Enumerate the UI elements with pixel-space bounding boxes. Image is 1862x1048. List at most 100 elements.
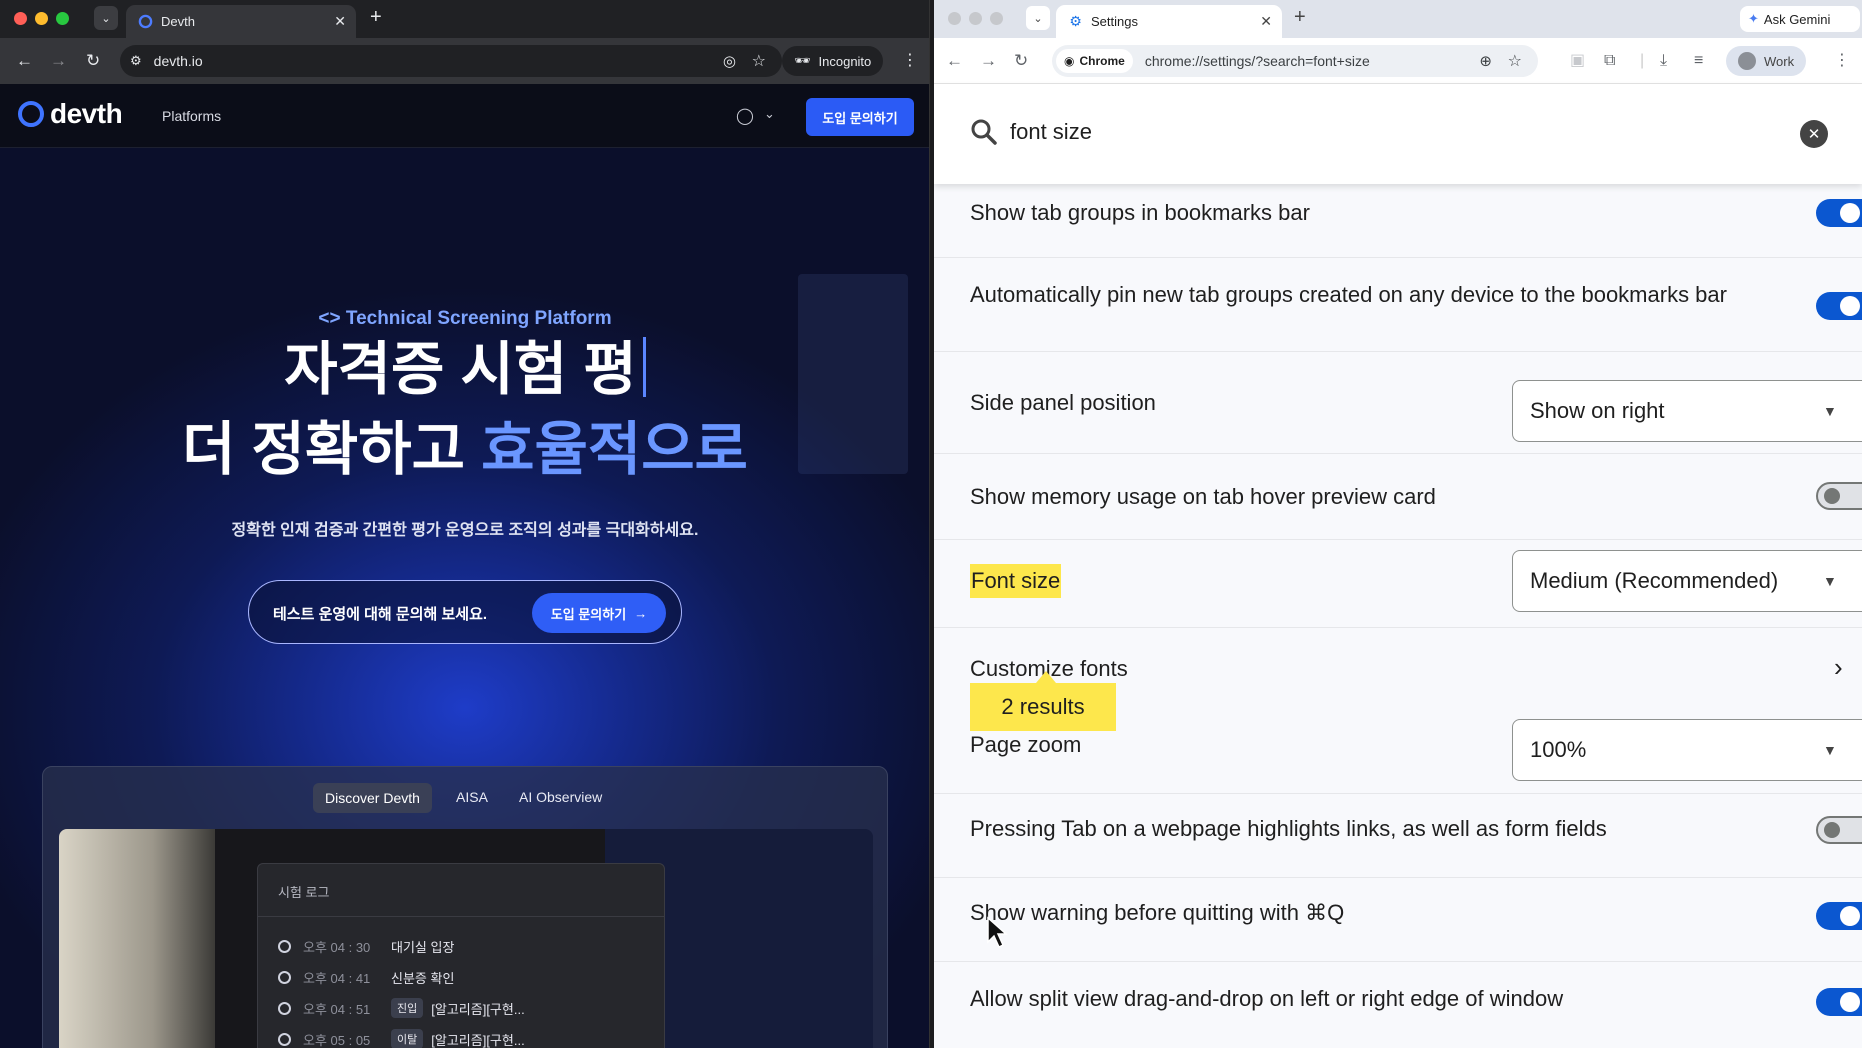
zoom-magnifier-icon[interactable]: ⊕ (1479, 52, 1492, 70)
close-tab-icon[interactable]: ✕ (1260, 13, 1272, 30)
ask-gemini-button[interactable]: ✦ Ask Gemini (1740, 6, 1860, 32)
bookmark-star-icon[interactable]: ☆ (1508, 51, 1522, 71)
minimize-window-button[interactable] (35, 12, 48, 25)
setting-row-side-panel: Side panel position Show on right ▼ (934, 352, 1862, 454)
new-tab-icon[interactable]: + (1294, 7, 1306, 27)
tab-devth[interactable]: Devth ✕ (126, 5, 356, 38)
tab-aisa[interactable]: AISA (456, 789, 488, 805)
extension-icon[interactable]: ▣ (1570, 51, 1585, 71)
tab-discover-devth[interactable]: Discover Devth (313, 783, 432, 813)
puzzle-extensions-icon[interactable]: ⧉ (1604, 51, 1615, 71)
setting-label: Side panel position (970, 390, 1156, 415)
reading-list-icon[interactable]: ≡ (1694, 51, 1703, 71)
dropdown-caret-icon: ▼ (1823, 403, 1837, 419)
warn-quit-toggle[interactable] (1816, 902, 1862, 930)
address-bar[interactable]: ◉ Chrome chrome://settings/?search=font+s… (1052, 45, 1538, 77)
devth-favicon-icon (138, 14, 153, 29)
gemini-sparkle-icon: ✦ (1748, 11, 1759, 26)
setting-row-warn-quit: Show warning before quitting with ⌘Q (934, 878, 1862, 962)
reload-icon[interactable]: ↻ (1014, 51, 1028, 71)
devth-logo-icon (18, 101, 44, 127)
window-controls (948, 12, 1003, 25)
setting-label: Show memory usage on tab hover preview c… (970, 484, 1436, 509)
setting-label: Automatically pin new tab groups created… (970, 282, 1727, 307)
dropdown-caret-icon: ▼ (1823, 742, 1837, 758)
setting-row-font-size: Font size Medium (Recommended) ▼ (934, 540, 1862, 628)
timeline-dot-icon (278, 1001, 291, 1015)
incognito-icon: 🕶 (794, 53, 811, 68)
reload-icon[interactable]: ↻ (86, 51, 100, 71)
minimize-window-button[interactable] (969, 12, 982, 25)
chrome-chip[interactable]: ◉ Chrome (1056, 49, 1133, 73)
inquiry-box: 테스트 운영에 대해 문의해 보세요. 도입 문의하기 → (248, 580, 682, 644)
devth-logo[interactable]: devth (16, 98, 123, 130)
log-row: 오후 04 : 41 신분증 확인 (258, 965, 664, 989)
tab-groups-bookmarks-toggle[interactable] (1816, 199, 1862, 227)
menu-kebab-icon[interactable]: ⋮ (902, 51, 918, 71)
dropdown-caret-icon: ▼ (1823, 573, 1837, 589)
tab-settings[interactable]: ⚙ Settings ✕ (1056, 5, 1282, 38)
close-tab-icon[interactable]: ✕ (334, 13, 346, 30)
incognito-chip[interactable]: 🕶 Incognito (782, 46, 884, 76)
tab-highlights-toggle[interactable] (1816, 816, 1862, 844)
timeline-dot-icon (278, 939, 291, 953)
address-bar[interactable]: ⚙ devth.io ◎ ☆ (120, 45, 782, 77)
forward-arrow-icon[interactable]: → (980, 51, 997, 71)
globe-icon[interactable]: ◯ (736, 106, 754, 126)
back-arrow-icon[interactable]: ← (16, 51, 33, 71)
settings-search-input[interactable] (1010, 114, 1510, 150)
devth-browser-window: ⌄ Devth ✕ + ← → ↻ ⚙ devth.io ◎ ☆ 🕶 Incog… (0, 0, 930, 1048)
left-toolbar: ← → ↻ ⚙ devth.io ◎ ☆ 🕶 Incognito ⋮ (0, 38, 929, 84)
settings-gear-icon: ⚙ (1069, 13, 1082, 29)
tab-title: Devth (161, 14, 195, 29)
product-preview-card: Discover Devth AISA AI Obserview 시험 로그 오… (42, 766, 888, 1048)
status-badge: 이탈 (391, 1029, 424, 1048)
bookmark-star-icon[interactable]: ☆ (752, 51, 766, 71)
side-panel-position-select[interactable]: Show on right ▼ (1512, 380, 1862, 442)
chrome-logo-icon: ◉ (1064, 54, 1075, 68)
download-icon[interactable]: ⤓ (1660, 51, 1667, 71)
menu-kebab-icon[interactable]: ⋮ (1834, 51, 1850, 71)
hero-headline-line1: 자격증 시험 평 (0, 330, 929, 410)
nav-platforms-link[interactable]: Platforms (162, 108, 221, 124)
avatar (1738, 52, 1756, 70)
page-zoom-select[interactable]: 100% ▼ (1512, 719, 1862, 781)
close-window-button[interactable] (14, 12, 27, 25)
timeline-dot-icon (278, 970, 291, 984)
profile-chip[interactable]: Work (1726, 46, 1807, 76)
code-brackets-icon: <> (318, 308, 346, 329)
zoom-window-button[interactable] (56, 12, 69, 25)
zoom-window-button[interactable] (990, 12, 1003, 25)
setting-row-memory-usage: Show memory usage on tab hover preview c… (934, 454, 1862, 540)
left-tab-strip: ⌄ Devth ✕ + (0, 0, 929, 38)
auto-pin-toggle[interactable] (1816, 292, 1862, 320)
inquiry-button[interactable]: 도입 문의하기 → (532, 593, 666, 633)
clear-search-icon[interactable]: ✕ (1800, 120, 1828, 148)
site-info-icon[interactable]: ⚙ (130, 53, 142, 69)
hero-eyebrow: <> Technical Screening Platform (318, 308, 612, 329)
eye-off-icon[interactable]: ◎ (723, 52, 736, 70)
tab-ai-obserview[interactable]: AI Obserview (519, 789, 602, 805)
cta-inquiry-button[interactable]: 도입 문의하기 (806, 98, 914, 136)
setting-row-page-zoom: Page zoom 100% ▼ (934, 712, 1862, 794)
new-tab-icon[interactable]: + (370, 7, 382, 27)
memory-usage-toggle[interactable] (1816, 482, 1862, 510)
url-text: chrome://settings/?search=font+size (1144, 53, 1370, 69)
setting-row-split-view: Allow split view drag-and-drop on left o… (934, 962, 1862, 1048)
setting-label: Pressing Tab on a webpage highlights lin… (970, 816, 1607, 841)
back-arrow-icon[interactable]: ← (946, 51, 963, 71)
hero-subtitle: 정확한 인재 검증과 간편한 평가 운영으로 조직의 성과를 극대화하세요. (231, 522, 699, 539)
font-size-select[interactable]: Medium (Recommended) ▼ (1512, 550, 1862, 612)
tab-search-chevron-icon[interactable]: ⌄ (94, 6, 118, 30)
tab-title: Settings (1091, 14, 1138, 29)
timeline-dot-icon (278, 1032, 291, 1046)
typing-cursor (642, 337, 646, 397)
logo-text: devth (50, 98, 123, 129)
split-view-toggle[interactable] (1816, 988, 1862, 1016)
arrow-right-icon: → (634, 605, 648, 621)
tab-search-chevron-icon[interactable]: ⌄ (1026, 6, 1050, 30)
divider (258, 916, 664, 917)
forward-arrow-icon[interactable]: → (50, 51, 67, 71)
language-chevron-down-icon[interactable]: ⌄ (764, 106, 775, 122)
close-window-button[interactable] (948, 12, 961, 25)
